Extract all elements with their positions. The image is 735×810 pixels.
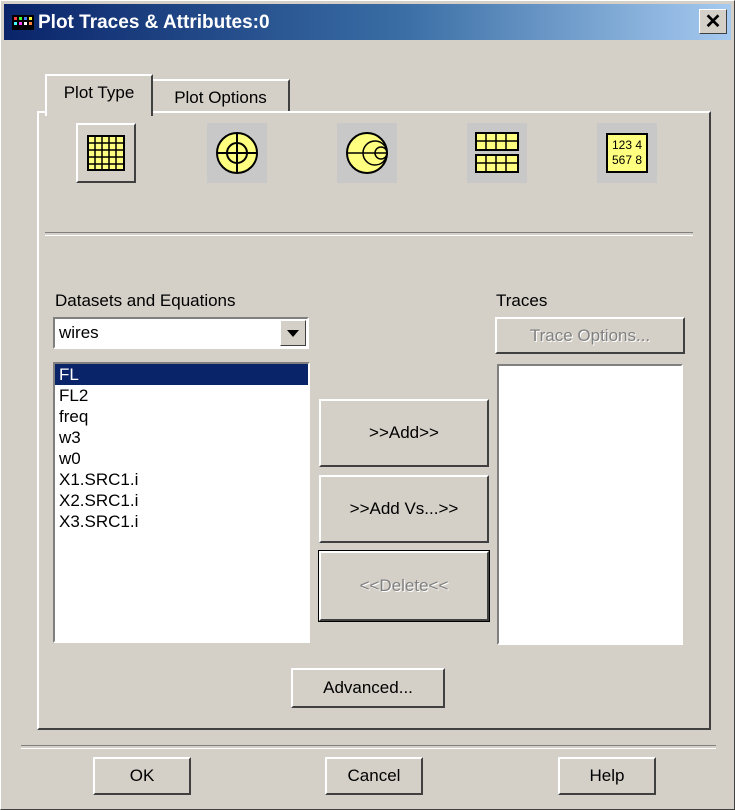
- separator: [45, 232, 693, 236]
- title-bar[interactable]: Plot Traces & Attributes:0 ✕: [4, 4, 731, 40]
- stacked-grid-icon: [475, 132, 519, 173]
- list-item[interactable]: FL2: [55, 385, 308, 406]
- tab-plot-options[interactable]: Plot Options: [153, 79, 290, 113]
- smith-chart-icon: [346, 132, 388, 174]
- chevron-down-icon: [287, 329, 299, 337]
- plot-type-tabular[interactable]: 123 4 567 8: [597, 123, 657, 183]
- app-icon: [12, 15, 34, 30]
- close-button[interactable]: ✕: [699, 9, 727, 34]
- list-item[interactable]: freq: [55, 406, 308, 427]
- list-item[interactable]: X3.SRC1.i: [55, 511, 308, 532]
- datasets-list[interactable]: FL FL2 freq w3 w0 X1.SRC1.i X2.SRC1.i X3…: [53, 362, 310, 643]
- datasets-dropdown[interactable]: wires: [53, 317, 309, 349]
- rectangular-grid-icon: [87, 135, 125, 171]
- window-title: Plot Traces & Attributes:0: [38, 12, 270, 33]
- list-item[interactable]: w3: [55, 427, 308, 448]
- plot-traces-dialog: Plot Traces & Attributes:0 ✕ Plot Type P…: [0, 0, 735, 810]
- add-vs-button[interactable]: >>Add Vs...>>: [319, 475, 489, 543]
- list-item[interactable]: w0: [55, 448, 308, 469]
- list-item[interactable]: X2.SRC1.i: [55, 490, 308, 511]
- plot-type-polar[interactable]: [207, 123, 267, 183]
- traces-list[interactable]: [497, 364, 683, 645]
- delete-button[interactable]: <<Delete<<: [318, 550, 490, 622]
- close-icon: ✕: [704, 11, 722, 33]
- tabular-numbers-icon: 123 4 567 8: [606, 133, 648, 173]
- bottom-separator: [21, 745, 716, 749]
- trace-options-button[interactable]: Trace Options...: [495, 317, 685, 354]
- traces-label: Traces: [496, 291, 548, 310]
- add-button[interactable]: >>Add>>: [319, 399, 489, 467]
- plot-type-smith[interactable]: [337, 123, 397, 183]
- dropdown-button[interactable]: [280, 320, 306, 346]
- help-button[interactable]: Help: [558, 757, 656, 795]
- datasets-dropdown-value: wires: [59, 323, 99, 342]
- cancel-button[interactable]: Cancel: [325, 757, 423, 795]
- ok-button[interactable]: OK: [93, 757, 191, 795]
- plot-type-rectangular[interactable]: [76, 123, 136, 183]
- tabular-icon-line1: 123 4: [611, 138, 643, 152]
- tabular-icon-line2: 567 8: [611, 153, 643, 167]
- tab-plot-type[interactable]: Plot Type: [45, 74, 153, 116]
- datasets-label: Datasets and Equations: [55, 291, 236, 310]
- polar-plot-icon: [216, 132, 258, 174]
- plot-type-stacked[interactable]: [467, 123, 527, 183]
- list-item[interactable]: FL: [55, 364, 308, 385]
- list-item[interactable]: X1.SRC1.i: [55, 469, 308, 490]
- advanced-button[interactable]: Advanced...: [291, 668, 445, 708]
